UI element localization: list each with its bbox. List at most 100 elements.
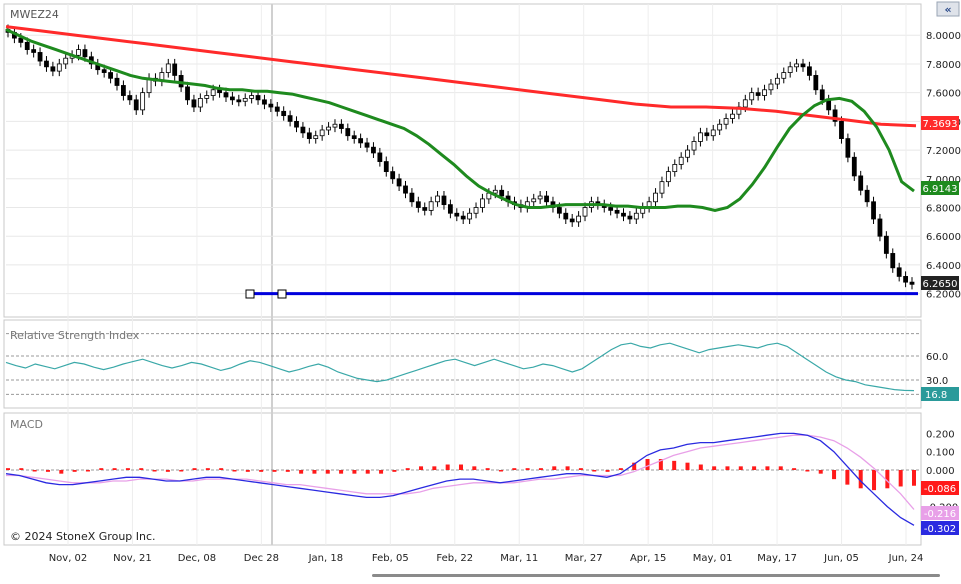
candle-body: [563, 212, 569, 220]
candle-body: [691, 141, 697, 151]
macd-signal-badge: -0.216: [921, 506, 959, 520]
double-chevron-left-icon: «: [944, 3, 951, 16]
candle-body: [415, 201, 421, 208]
candle-body: [300, 126, 306, 134]
candle-body: [338, 123, 344, 129]
rsi-tick-label: 30.0: [926, 376, 948, 387]
candle-body: [499, 189, 505, 197]
macd-hist-bar: [112, 468, 117, 470]
candle-body: [133, 99, 139, 111]
macd-hist-bar: [685, 462, 690, 470]
candle-body: [332, 123, 338, 128]
macd-hist-bar: [605, 470, 610, 472]
ma200-badge: 7.3693: [921, 116, 959, 130]
macd-hist-bar: [472, 466, 477, 470]
macd-hist-bar: [179, 470, 184, 472]
macd-hist-bar: [498, 470, 503, 472]
trendline-handle-start[interactable]: [245, 289, 255, 299]
candle-body: [441, 195, 447, 206]
candle-body: [537, 195, 543, 200]
candle-body: [723, 118, 729, 125]
macd-hist-bar: [618, 468, 623, 470]
macd-hist-bar: [352, 470, 357, 474]
candle-body: [473, 207, 479, 214]
candle-body: [403, 185, 408, 194]
macd-hist-bar: [59, 470, 64, 474]
candle-body: [358, 138, 364, 144]
stock-chart: 8.00007.80007.60007.40007.20007.00006.80…: [0, 0, 961, 584]
candle-body: [447, 204, 453, 214]
macd-hist-bar: [538, 468, 543, 470]
macd-hist-bar: [379, 470, 384, 474]
candle-body: [101, 69, 107, 73]
candle-body: [121, 85, 126, 96]
macd-hist-bar: [205, 468, 210, 470]
macd-hist-bar: [432, 466, 437, 470]
candle-body: [24, 42, 30, 50]
macd-hist-bar: [845, 470, 850, 485]
x-tick-label: Dec 28: [244, 553, 279, 564]
candle-body: [172, 63, 178, 76]
candle-body: [633, 212, 639, 220]
price-tick-label: 8.0000: [926, 31, 961, 42]
macd-hist-bar: [805, 470, 810, 472]
svg-text:6.2650: 6.2650: [923, 279, 958, 290]
candle-body: [672, 164, 678, 173]
candle-body: [903, 276, 908, 283]
candle-body: [768, 83, 774, 91]
macd-hist-bar: [245, 470, 250, 472]
macd-hist-bar: [32, 470, 37, 472]
candle-body: [236, 99, 242, 103]
macd-tick-label: 0.000: [926, 466, 955, 477]
macd-hist-bar: [6, 468, 10, 470]
macd-hist-badge: -0.086: [921, 481, 959, 495]
macd-hist-bar: [645, 459, 650, 470]
macd-hist-bar: [339, 470, 344, 474]
macd-hist-bar: [592, 470, 597, 472]
macd-tick-label: 0.200: [926, 429, 955, 440]
candle-body: [890, 253, 896, 269]
macd-hist-bar: [272, 470, 277, 472]
candle-body: [44, 60, 49, 68]
candle-body: [800, 63, 806, 68]
candle-body: [864, 189, 870, 203]
svg-text:-0.086: -0.086: [924, 484, 956, 495]
macd-hist-bar: [405, 468, 410, 470]
candle-body: [851, 156, 857, 177]
candle-body: [37, 52, 43, 62]
candle-body: [717, 123, 723, 131]
macd-hist-bar: [698, 464, 703, 470]
price-tick-label: 6.8000: [926, 204, 961, 215]
horizontal-scrollbar[interactable]: [372, 574, 940, 577]
macd-hist-bar: [139, 468, 144, 470]
candle-body: [742, 99, 748, 108]
ma20-badge: 6.9143: [921, 181, 959, 195]
candle-body: [422, 207, 428, 211]
macd-hist-bar: [152, 470, 157, 472]
rsi-title: Relative Strength Index: [10, 329, 140, 342]
candle-body: [877, 218, 883, 237]
x-tick-label: Jan, 18: [308, 553, 344, 564]
trendline-handle-mid[interactable]: [277, 289, 287, 299]
macd-hist-bar: [552, 466, 557, 470]
candle-body: [627, 215, 633, 220]
svg-text:-0.216: -0.216: [924, 509, 956, 520]
candle-body: [556, 207, 562, 214]
candle-body: [576, 215, 582, 223]
macd-hist-bar: [672, 460, 677, 470]
svg-text:-0.302: -0.302: [924, 524, 956, 535]
x-tick-label: Apr, 15: [630, 553, 666, 564]
candle-body: [249, 95, 255, 99]
candle-body: [896, 267, 902, 277]
macd-hist-bar: [259, 470, 264, 472]
x-tick-label: Mar, 27: [565, 553, 603, 564]
macd-hist-bar: [125, 468, 130, 470]
candle-body: [685, 149, 691, 158]
macd-hist-bar: [578, 468, 583, 470]
macd-title: MACD: [10, 418, 43, 431]
copyright: © 2024 StoneX Group Inc.: [10, 530, 156, 543]
candle-body: [274, 106, 280, 112]
candle-body: [839, 120, 844, 139]
candle-body: [262, 99, 267, 105]
candle-body: [294, 120, 299, 128]
